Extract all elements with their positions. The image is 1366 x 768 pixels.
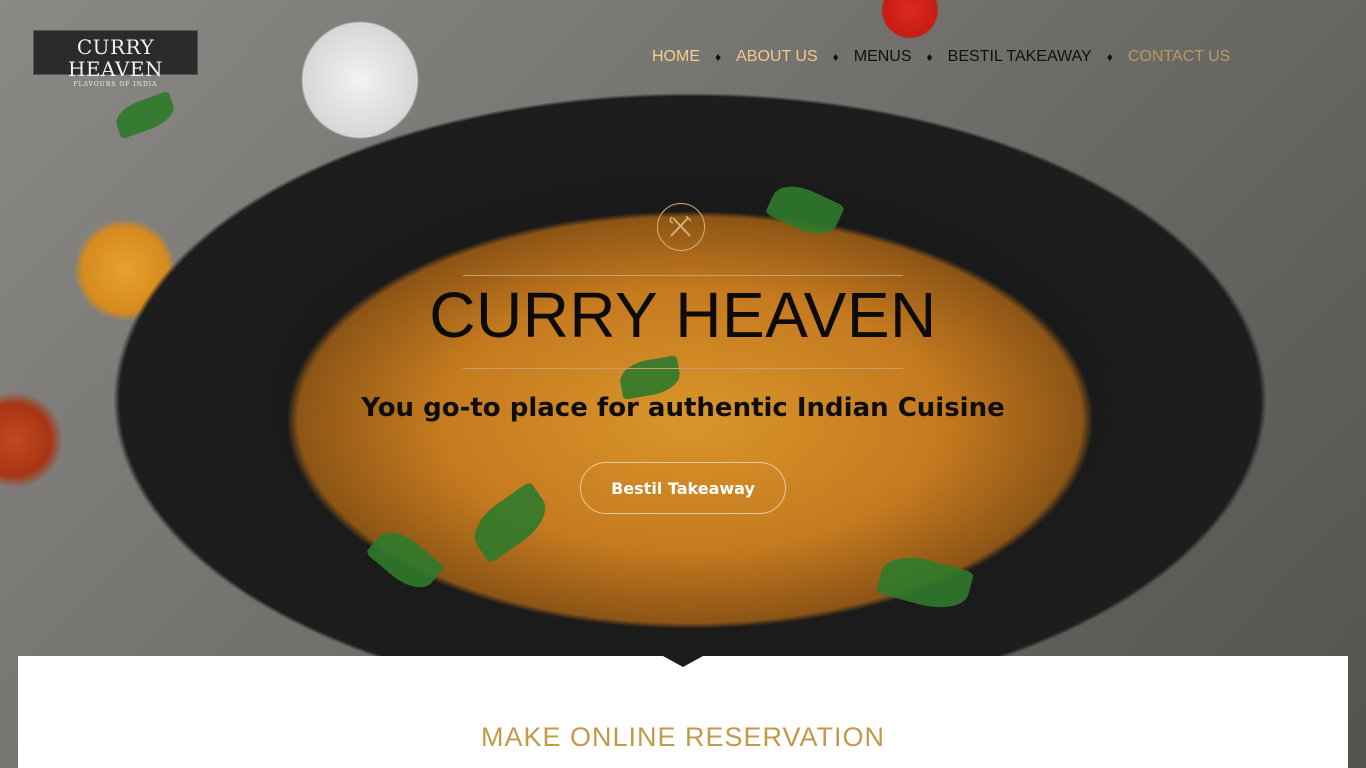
logo-tagline: FLAVOURS OF INDIA — [73, 81, 158, 88]
fork-knife-icon — [657, 203, 705, 251]
herb-leaf-decoration — [365, 522, 445, 598]
title-divider-top — [463, 275, 903, 276]
herb-leaf-decoration — [464, 481, 556, 564]
herb-leaf-decoration — [111, 90, 179, 140]
main-navigation: HOME ♦ ABOUT US ♦ MENUS ♦ BESTIL TAKEAWA… — [652, 46, 1230, 68]
hero-title: CURRY HEAVEN — [429, 279, 937, 351]
nav-separator: ♦ — [926, 50, 933, 64]
hero-background — [0, 0, 1366, 768]
nav-contact-us[interactable]: CONTACT US — [1128, 48, 1231, 66]
nav-separator: ♦ — [1106, 50, 1113, 64]
bestil-takeaway-button[interactable]: Bestil Takeaway — [580, 462, 786, 514]
herb-leaf-decoration — [764, 177, 846, 243]
title-divider-bottom — [463, 368, 903, 369]
nav-separator: ♦ — [715, 50, 722, 64]
nav-bestil-takeaway[interactable]: BESTIL TAKEAWAY — [948, 48, 1092, 66]
hero-tagline: You go-to place for authentic Indian Cui… — [361, 393, 1005, 423]
reservation-title: MAKE ONLINE RESERVATION — [480, 722, 886, 752]
nav-about-us[interactable]: ABOUT US — [736, 48, 818, 66]
herb-leaf-decoration — [875, 549, 975, 616]
nav-separator: ♦ — [832, 50, 839, 64]
site-logo[interactable]: CURRY HEAVEN FLAVOURS OF INDIA — [33, 30, 198, 88]
logo-main-text: CURRY HEAVEN — [67, 35, 164, 81]
section-notch-decoration — [663, 656, 703, 667]
nav-home[interactable]: HOME — [652, 48, 700, 66]
nav-menus[interactable]: MENUS — [854, 48, 912, 66]
reservation-section: MAKE ONLINE RESERVATION — [18, 656, 1348, 768]
